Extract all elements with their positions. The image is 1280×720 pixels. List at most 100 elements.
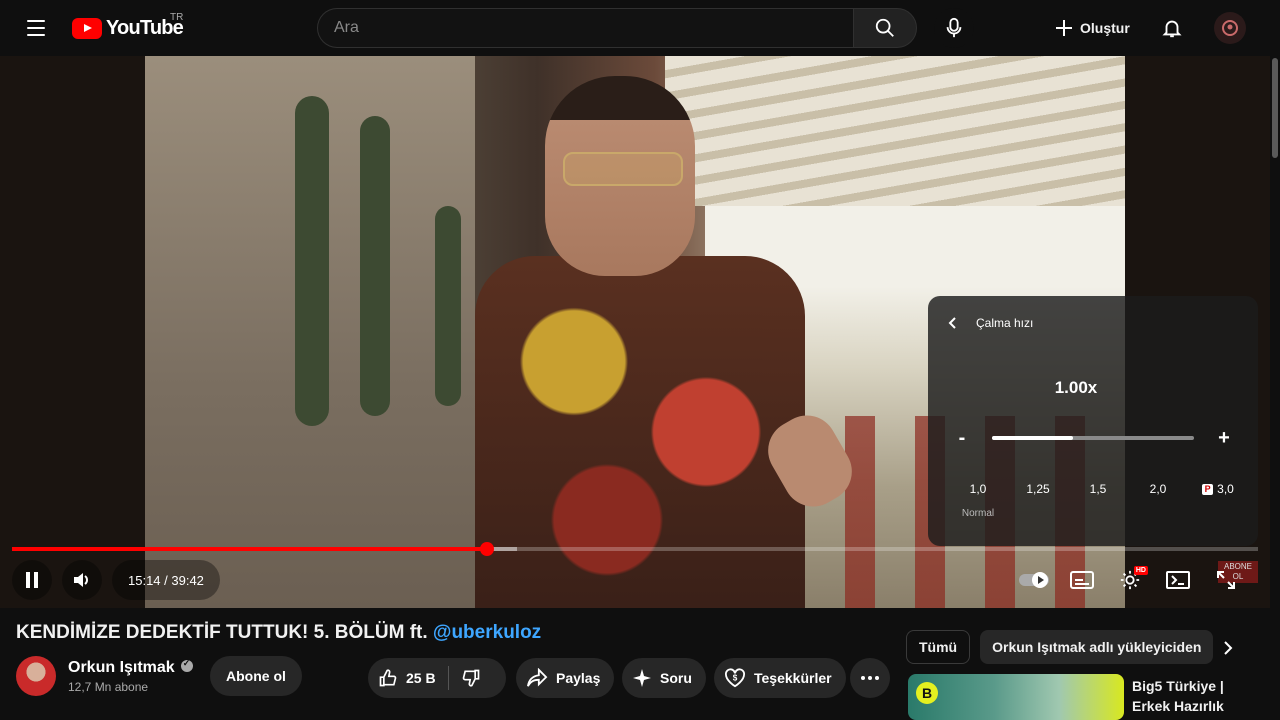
speed-current-value: 1.00x [1054, 378, 1098, 397]
video-scene-person [475, 56, 863, 608]
channel-name[interactable]: Orkun Işıtmak [68, 658, 193, 677]
pause-icon [26, 572, 38, 588]
like-count: 25 B [406, 670, 436, 686]
video-scene-cactus [435, 206, 461, 406]
share-icon [527, 668, 548, 687]
progress-scrubber-handle[interactable] [479, 542, 494, 556]
plus-icon [1056, 20, 1072, 36]
speed-preset-sub: Normal [961, 508, 995, 519]
heart-dollar-icon: $ [725, 668, 745, 688]
country-code: TR [170, 12, 184, 23]
speed-presets: 1,0 Normal 1,25 1,5 2,0 P 3,0 [948, 482, 1248, 519]
fullscreen-button[interactable] [1206, 560, 1246, 600]
ask-button[interactable]: Soru [622, 658, 706, 698]
fullscreen-icon [1217, 571, 1235, 589]
speed-preset-3-0[interactable]: P 3,0 [1188, 482, 1248, 519]
search-input[interactable] [334, 19, 854, 37]
settings-button[interactable]: HD [1110, 560, 1150, 600]
speed-preset-1-25[interactable]: 1,25 [1008, 482, 1068, 519]
notifications-button[interactable] [1152, 8, 1192, 48]
speed-increase-button[interactable]: + [1216, 427, 1232, 450]
speed-preset-2-0[interactable]: 2,0 [1128, 482, 1188, 519]
create-label: Oluştur [1080, 20, 1130, 36]
video-title: KENDİMİZE DEDEKTİF TUTTUK! 5. BÖLÜM ft. … [16, 622, 886, 644]
video-scene-cactus [360, 116, 390, 416]
premium-badge-icon: P [1202, 484, 1214, 495]
hamburger-menu-icon[interactable] [22, 14, 50, 42]
speed-preset-1-0[interactable]: 1,0 Normal [948, 482, 1008, 519]
ask-label: Soru [660, 670, 692, 686]
subtitles-button[interactable] [1062, 560, 1102, 600]
miniplayer-button[interactable] [1158, 560, 1198, 600]
scrollbar-thumb[interactable] [1272, 58, 1278, 158]
video-scene-shirt [475, 256, 805, 608]
hd-badge: HD [1133, 566, 1148, 575]
speed-preset-label: 1,25 [1026, 482, 1050, 496]
chevron-right-icon [1224, 641, 1233, 655]
progress-bar[interactable] [12, 542, 1258, 556]
play-logo-icon [72, 18, 102, 39]
recommendation-chips: Tümü Orkun Işıtmak adlı yükleyiciden [906, 630, 1214, 664]
speed-preset-1-5[interactable]: 1,5 [1068, 482, 1128, 519]
recommendation-thumbnail[interactable]: B [908, 674, 1124, 720]
recommendation-title[interactable]: Big5 Türkiye | Erkek Hazırlık Sezonu 5. … [1132, 676, 1262, 720]
search-box [317, 8, 854, 48]
share-label: Paylaş [556, 670, 601, 686]
autoplay-toggle[interactable] [1014, 560, 1054, 600]
verified-icon [180, 658, 193, 672]
page-scrollbar[interactable] [1270, 0, 1280, 720]
volume-icon [74, 573, 88, 587]
volume-button[interactable] [62, 560, 102, 600]
svg-text:$: $ [733, 674, 738, 683]
more-horizontal-icon [861, 676, 879, 680]
like-dislike-group: 25 B [368, 658, 506, 698]
like-divider [447, 666, 449, 690]
thumbs-up-icon [379, 669, 397, 687]
dislike-button[interactable] [461, 668, 481, 688]
video-title-text: KENDİMİZE DEDEKTİF TUTTUK! 5. BÖLÜM ft. [16, 622, 433, 643]
speed-slider[interactable] [992, 436, 1194, 440]
search-icon [875, 18, 894, 37]
like-button[interactable]: 25 B [378, 668, 436, 688]
bell-icon [1162, 20, 1182, 38]
thumbs-down-icon [462, 669, 479, 687]
speed-decrease-button[interactable]: - [954, 427, 970, 450]
chip-all[interactable]: Tümü [906, 630, 971, 664]
subscribe-button[interactable]: Abone ol [210, 656, 302, 696]
top-bar: YouTube TR Oluştur [0, 0, 1280, 56]
video-scene-cactus [295, 96, 329, 426]
subtitles-icon [1070, 571, 1094, 589]
microphone-icon [946, 17, 962, 38]
speed-panel-title: Çalma hızı [976, 316, 1034, 330]
create-button[interactable]: Oluştur [1046, 8, 1146, 48]
right-controls: HD [1014, 560, 1246, 600]
mention-link[interactable]: @uberkuloz [433, 622, 541, 643]
speed-preset-label: 3,0 [1217, 482, 1234, 496]
pause-button[interactable] [12, 560, 52, 600]
chips-next-button[interactable] [1212, 632, 1244, 664]
time-display: 15:14 / 39:42 [112, 560, 220, 600]
speed-preset-label: 2,0 [1149, 482, 1167, 496]
subscriber-count: 12,7 Mn abone [68, 680, 149, 694]
thanks-button[interactable]: $ Teşekkürler [714, 658, 846, 698]
voice-search-button[interactable] [934, 8, 974, 48]
share-button[interactable]: Paylaş [516, 658, 615, 698]
speed-slider-fill [992, 436, 1073, 440]
chip-from-uploader[interactable]: Orkun Işıtmak adlı yükleyiciden [980, 630, 1214, 664]
more-actions-button[interactable] [850, 658, 890, 698]
youtube-logo[interactable]: YouTube [72, 17, 184, 40]
sparkle-icon [633, 669, 651, 687]
account-avatar[interactable] [1214, 12, 1246, 44]
channel-name-text: Orkun Işıtmak [68, 659, 175, 676]
speed-preset-label: 1,0 [969, 482, 987, 496]
autoplay-toggle-icon [1019, 572, 1049, 588]
video-scene-glasses [563, 152, 683, 186]
miniplayer-icon [1166, 571, 1190, 589]
channel-avatar[interactable] [16, 656, 56, 696]
channel-logo-badge: B [916, 682, 938, 704]
speed-preset-label: 1,5 [1089, 482, 1107, 496]
search-button[interactable] [853, 8, 917, 48]
back-chevron-icon[interactable] [946, 316, 962, 332]
video-player[interactable]: Çalma hızı 1.00x - + 1,0 Normal 1,25 1,5… [0, 56, 1270, 608]
thanks-label: Teşekkürler [754, 670, 832, 686]
